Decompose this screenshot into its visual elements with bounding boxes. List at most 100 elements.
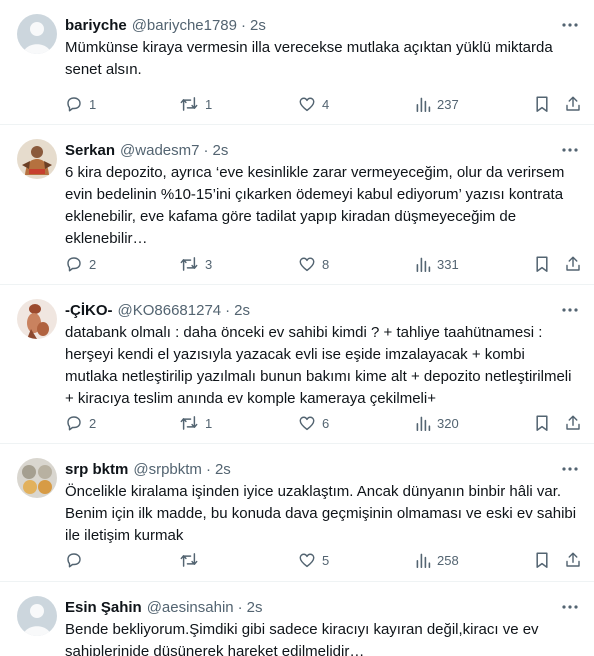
- separator-dot: ·: [203, 141, 209, 159]
- action-bar: 5 258: [65, 549, 580, 571]
- timestamp[interactable]: 2s: [247, 599, 263, 616]
- more-button[interactable]: [560, 299, 580, 321]
- timestamp[interactable]: 2s: [250, 17, 266, 34]
- bookmark-icon: [536, 96, 548, 112]
- reply-count: 1: [89, 96, 97, 112]
- display-name[interactable]: Serkan: [65, 142, 115, 159]
- views-button[interactable]: 320: [415, 412, 459, 434]
- timestamp[interactable]: 2s: [215, 461, 231, 478]
- user-photo-icon: [17, 139, 57, 179]
- reply-count: 2: [89, 256, 97, 272]
- like-button[interactable]: 5: [298, 549, 329, 571]
- like-count: 8: [322, 256, 330, 272]
- bookmark-button[interactable]: [534, 549, 550, 571]
- tweet-content: Esin Şahin @aesinsahin · 2s Bende bekliy…: [65, 596, 580, 656]
- view-count: 258: [437, 552, 459, 568]
- bookmark-icon: [536, 415, 548, 431]
- reply-icon: [67, 257, 81, 272]
- user-handle[interactable]: @srpbktm: [133, 461, 202, 478]
- like-icon: [299, 257, 315, 272]
- tweet[interactable]: srp bktm @srpbktm · 2s Öncelikle kiralam…: [0, 444, 594, 582]
- display-name[interactable]: bariyche: [65, 17, 127, 34]
- display-name[interactable]: Esin Şahin: [65, 599, 142, 616]
- avatar[interactable]: [17, 596, 57, 636]
- retweet-icon: [180, 257, 198, 271]
- avatar[interactable]: [17, 299, 57, 339]
- default-avatar-icon: [17, 14, 57, 54]
- tweet-header: bariyche @bariyche1789 · 2s: [65, 14, 580, 36]
- views-button[interactable]: 331: [415, 253, 459, 275]
- more-button[interactable]: [560, 14, 580, 36]
- reply-button[interactable]: 2: [65, 412, 96, 434]
- tweet[interactable]: Serkan @wadesm7 · 2s 6 kira depozito, ay…: [0, 125, 594, 285]
- view-count: 237: [437, 96, 459, 112]
- user-handle[interactable]: @aesinsahin: [147, 599, 234, 616]
- like-button[interactable]: 4: [298, 93, 329, 115]
- action-bar: 2 3 8 331: [65, 253, 580, 275]
- more-button[interactable]: [560, 139, 580, 161]
- view-count: 331: [437, 256, 459, 272]
- like-icon: [299, 97, 315, 112]
- tweet[interactable]: -ÇİKO- @KO86681274 · 2s databank olmalı …: [0, 285, 594, 444]
- bookmark-icon: [536, 552, 548, 568]
- views-icon: [416, 553, 431, 568]
- retweet-button[interactable]: [179, 549, 205, 571]
- more-icon: [562, 308, 578, 312]
- share-button[interactable]: [564, 93, 582, 115]
- separator-dot: ·: [225, 301, 231, 319]
- avatar[interactable]: [17, 14, 57, 54]
- share-button[interactable]: [564, 253, 582, 275]
- tweet-content: Serkan @wadesm7 · 2s 6 kira depozito, ay…: [65, 139, 580, 272]
- display-name[interactable]: srp bktm: [65, 461, 128, 478]
- reply-icon: [67, 553, 81, 568]
- reply-button[interactable]: 1: [65, 93, 96, 115]
- tweet[interactable]: Esin Şahin @aesinsahin · 2s Bende bekliy…: [0, 582, 594, 656]
- share-button[interactable]: [564, 549, 582, 571]
- timestamp[interactable]: 2s: [234, 302, 250, 319]
- tweet-text: 6 kira depozito, ayrıca ‘eve kesinlikle …: [65, 164, 565, 247]
- share-button[interactable]: [564, 412, 582, 434]
- timestamp[interactable]: 2s: [212, 142, 228, 159]
- separator-dot: ·: [241, 16, 246, 34]
- tweet-header: -ÇİKO- @KO86681274 · 2s: [65, 299, 580, 321]
- bookmark-button[interactable]: [534, 253, 550, 275]
- separator-dot: ·: [205, 460, 211, 478]
- user-handle[interactable]: @bariyche1789: [132, 17, 237, 34]
- more-icon: [562, 23, 578, 27]
- avatar[interactable]: [17, 458, 57, 498]
- tweet-header: Serkan @wadesm7 · 2s: [65, 139, 580, 161]
- bookmark-button[interactable]: [534, 412, 550, 434]
- avatar[interactable]: [17, 139, 57, 179]
- reply-icon: [67, 97, 81, 112]
- retweet-button[interactable]: 1: [179, 93, 212, 115]
- action-bar: 2 1 6 320: [65, 412, 580, 434]
- user-handle[interactable]: @KO86681274: [118, 302, 222, 319]
- like-button[interactable]: 6: [298, 412, 329, 434]
- tweet-content: srp bktm @srpbktm · 2s Öncelikle kiralam…: [65, 458, 580, 568]
- user-handle[interactable]: @wadesm7: [120, 142, 199, 159]
- views-icon: [416, 97, 431, 112]
- more-button[interactable]: [560, 596, 580, 618]
- like-count: 4: [322, 96, 330, 112]
- display-name[interactable]: -ÇİKO-: [65, 302, 113, 319]
- reply-button[interactable]: [65, 549, 89, 571]
- views-button[interactable]: 258: [415, 549, 459, 571]
- like-count: 6: [322, 415, 330, 431]
- bookmark-button[interactable]: [534, 93, 550, 115]
- retweet-button[interactable]: 3: [179, 253, 212, 275]
- views-button[interactable]: 237: [415, 93, 459, 115]
- reply-count: 2: [89, 415, 97, 431]
- tweet-content: -ÇİKO- @KO86681274 · 2s databank olmalı …: [65, 299, 580, 431]
- tweet[interactable]: bariyche @bariyche1789 · 2s Mümkünse kir…: [0, 0, 594, 125]
- retweet-count: 1: [205, 415, 213, 431]
- more-icon: [562, 605, 578, 609]
- retweet-icon: [180, 553, 198, 567]
- retweet-icon: [180, 97, 198, 111]
- retweet-button[interactable]: 1: [179, 412, 212, 434]
- default-avatar-icon: [17, 596, 57, 636]
- reply-button[interactable]: 2: [65, 253, 96, 275]
- tweet-content: bariyche @bariyche1789 · 2s Mümkünse kir…: [65, 14, 580, 112]
- more-button[interactable]: [560, 458, 580, 480]
- like-button[interactable]: 8: [298, 253, 329, 275]
- like-icon: [299, 553, 315, 568]
